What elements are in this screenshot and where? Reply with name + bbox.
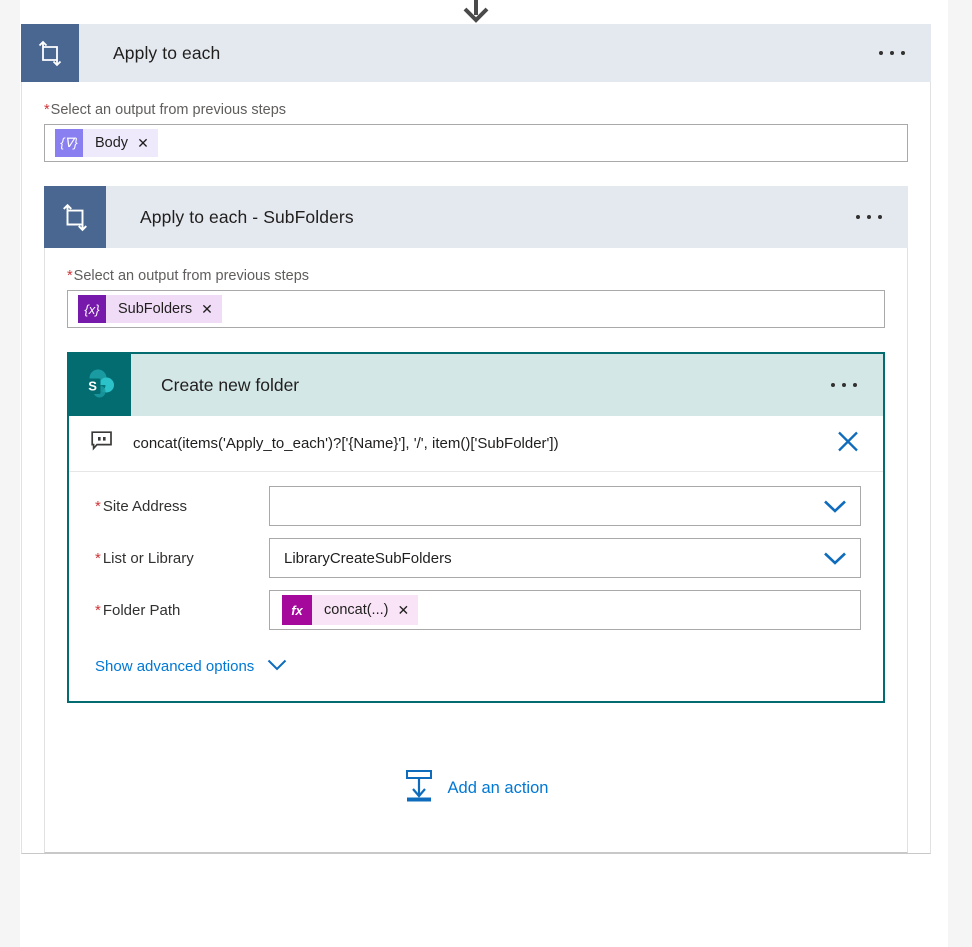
list-or-library-value: LibraryCreateSubFolders: [284, 549, 452, 567]
site-address-combobox[interactable]: [269, 486, 861, 526]
svg-text:S: S: [88, 379, 97, 394]
token-subfolders[interactable]: {x} SubFolders ✕: [78, 295, 222, 323]
apply-to-each-subfolders-card[interactable]: Apply to each - SubFolders *Select an ou…: [44, 186, 908, 853]
inner-input-label-text: Select an output from previous steps: [73, 268, 310, 284]
dynamic-content-subfolders-icon: {x}: [78, 295, 106, 323]
required-marker: *: [44, 102, 50, 118]
required-marker: *: [67, 268, 73, 284]
token-subfolders-remove[interactable]: ✕: [201, 302, 213, 316]
field-row-site-address: * Site Address: [91, 486, 861, 526]
insert-action-icon: [404, 769, 434, 808]
chevron-down-icon[interactable]: [822, 550, 848, 566]
close-icon[interactable]: [835, 428, 861, 459]
create-new-folder-form: * Site Address * List or Library Library…: [69, 472, 883, 701]
add-action-area: Add an action: [45, 703, 907, 852]
outer-loop-input-field[interactable]: {∇} Body ✕: [44, 124, 908, 162]
token-concat-label: concat(...): [324, 602, 389, 618]
token-concat-expression[interactable]: fx concat(...) ✕: [282, 595, 419, 625]
show-advanced-options-label: Show advanced options: [95, 658, 255, 675]
token-body-remove[interactable]: ✕: [137, 136, 149, 150]
folder-path-label-text: Folder Path: [102, 601, 181, 619]
create-new-folder-overflow-menu[interactable]: [825, 375, 863, 395]
list-or-library-label: * List or Library: [91, 550, 269, 567]
apply-to-each-subfolders-body: *Select an output from previous steps {x…: [44, 248, 908, 853]
flow-designer-canvas: Apply to each *Select an output from pre…: [0, 0, 972, 947]
token-subfolders-label: SubFolders: [118, 301, 193, 317]
apply-to-each-subfolders-title: Apply to each - SubFolders: [140, 206, 354, 227]
expression-fx-icon: fx: [282, 595, 312, 625]
arrow-down-icon: [460, 0, 492, 24]
site-address-label-text: Site Address: [102, 497, 188, 515]
apply-to-each-outer-title: Apply to each: [113, 42, 221, 63]
expression-text: concat(items('Apply_to_each')?['{Name}']…: [133, 435, 559, 452]
outer-input-label-text: Select an output from previous steps: [50, 102, 287, 118]
token-body-label: Body: [95, 135, 129, 151]
required-marker: *: [95, 497, 101, 515]
chevron-down-icon: [266, 658, 288, 675]
site-address-label: * Site Address: [91, 498, 269, 515]
expression-preview-row: concat(items('Apply_to_each')?['{Name}']…: [69, 416, 883, 472]
folder-path-input[interactable]: fx concat(...) ✕: [269, 590, 861, 630]
apply-to-each-subfolders-overflow-menu[interactable]: [850, 207, 888, 227]
inner-loop-input-field[interactable]: {x} SubFolders ✕: [67, 290, 885, 328]
show-advanced-options-link[interactable]: Show advanced options: [95, 658, 288, 675]
dynamic-content-body-icon: {∇}: [55, 129, 83, 157]
token-subfolders-label-wrap: SubFolders ✕: [106, 295, 222, 323]
list-or-library-label-text: List or Library: [102, 549, 194, 567]
create-new-folder-header[interactable]: S Create new folder: [69, 354, 883, 416]
loop-repeat-icon: [44, 186, 106, 248]
token-body[interactable]: {∇} Body ✕: [55, 129, 158, 157]
field-row-folder-path: * Folder Path fx concat(...) ✕: [91, 590, 861, 630]
create-new-folder-title: Create new folder: [161, 374, 300, 395]
token-concat-remove[interactable]: ✕: [397, 603, 409, 617]
outer-input-label: *Select an output from previous steps: [44, 82, 908, 124]
sharepoint-icon: S: [69, 354, 131, 416]
required-marker: *: [95, 601, 101, 619]
required-marker: *: [95, 549, 101, 567]
canvas-left-gutter: [0, 0, 20, 947]
chevron-down-icon[interactable]: [822, 498, 848, 514]
apply-to-each-outer-card[interactable]: Apply to each *Select an output from pre…: [21, 24, 931, 854]
canvas-right-gutter: [948, 0, 972, 947]
token-concat-label-wrap: concat(...) ✕: [312, 595, 419, 625]
comment-bubble-icon: [91, 431, 121, 456]
list-or-library-combobox[interactable]: LibraryCreateSubFolders: [269, 538, 861, 578]
field-row-list-or-library: * List or Library LibraryCreateSubFolders: [91, 538, 861, 578]
add-an-action-label: Add an action: [447, 779, 549, 797]
apply-to-each-subfolders-header[interactable]: Apply to each - SubFolders: [44, 186, 908, 248]
apply-to-each-outer-overflow-menu[interactable]: [873, 43, 911, 63]
create-new-folder-card[interactable]: S Create new folder concat(items('Apply_…: [67, 352, 885, 703]
add-an-action-button[interactable]: Add an action: [404, 769, 549, 808]
folder-path-label: * Folder Path: [91, 602, 269, 619]
apply-to-each-outer-header[interactable]: Apply to each: [21, 24, 931, 82]
token-body-label-wrap: Body ✕: [83, 129, 158, 157]
inner-input-label: *Select an output from previous steps: [67, 248, 885, 290]
loop-repeat-icon: [21, 24, 79, 82]
apply-to-each-outer-body: *Select an output from previous steps {∇…: [21, 82, 931, 854]
